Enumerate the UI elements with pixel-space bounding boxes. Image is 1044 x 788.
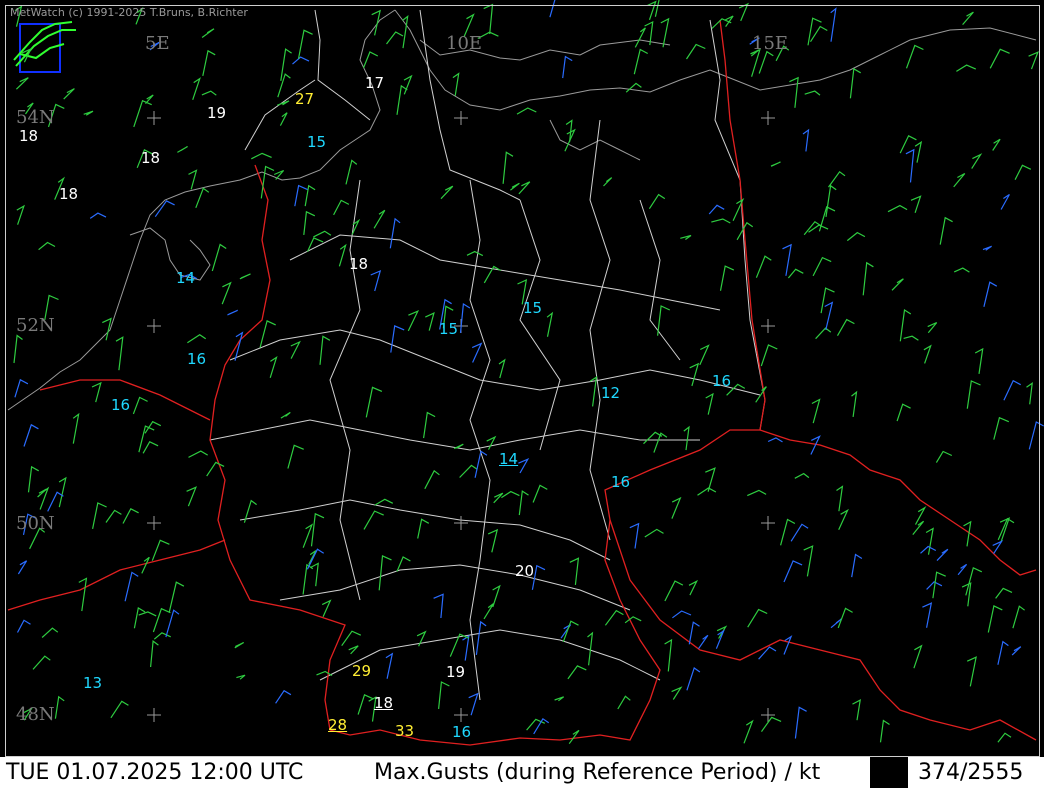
station-value[interactable]: 16 [111,398,130,413]
station-value[interactable]: 14 [176,271,195,286]
station-value[interactable]: 18 [349,257,368,272]
station-value[interactable]: 14 [499,452,518,467]
station-value[interactable]: 18 [19,129,38,144]
lon-label-15e: 15E [752,33,789,54]
station-value[interactable]: 16 [712,374,731,389]
station-value[interactable]: 15 [523,301,542,316]
station-value[interactable]: 13 [83,676,102,691]
station-value[interactable]: 28 [328,718,347,733]
status-separator [870,757,908,788]
status-bar: TUE 01.07.2025 12:00 UTC Max.Gusts (duri… [0,757,1044,788]
station-value[interactable]: 20 [515,564,534,579]
station-value[interactable]: 18 [141,151,160,166]
station-value[interactable]: 16 [187,352,206,367]
station-value[interactable]: 15 [307,135,326,150]
station-value[interactable]: 16 [611,475,630,490]
lat-label-52n: 52N [16,315,55,336]
lon-label-5e: 5E [145,33,170,54]
lon-label-10e: 10E [446,33,483,54]
lat-label-54n: 54N [16,107,55,128]
station-value[interactable]: 29 [352,664,371,679]
station-value[interactable]: 16 [452,725,471,740]
map-frame [5,5,1040,757]
station-value[interactable]: 33 [395,724,414,739]
station-value[interactable]: 19 [446,665,465,680]
station-value[interactable]: 17 [365,76,384,91]
station-value[interactable]: 18 [59,187,78,202]
station-value[interactable]: 19 [207,106,226,121]
station-value[interactable]: 15 [439,322,458,337]
status-product: Max.Gusts (during Reference Period) / kt [374,760,821,785]
lat-label-48n: 48N [16,704,55,725]
status-datetime: TUE 01.07.2025 12:00 UTC [6,760,304,785]
station-value[interactable]: 12 [601,386,620,401]
copyright-label: MetWatch (c) 1991-2025 T.Bruns, B.Richte… [10,6,248,19]
lat-label-50n: 50N [16,513,55,534]
station-value[interactable]: 27 [295,92,314,107]
station-value[interactable]: 18 [374,696,393,711]
status-counter: 374/2555 [918,760,1024,785]
